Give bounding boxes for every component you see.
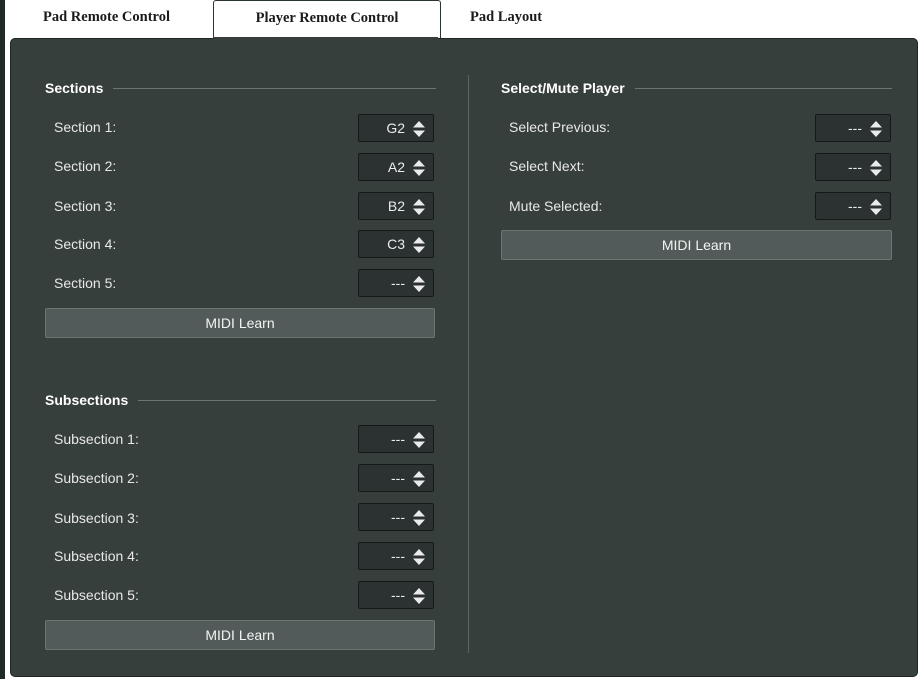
spinbox-value: A2 [387,159,405,175]
section-4-spinbox[interactable]: C3 [358,230,434,258]
player-remote-control-panel [10,38,918,677]
up-down-arrows-icon[interactable] [413,588,425,604]
up-down-arrows-icon[interactable] [413,276,425,292]
spinbox-value: --- [391,587,405,603]
spinbox-value: --- [848,159,862,175]
mute-selected-spinbox[interactable]: --- [815,192,891,220]
sections-group-header: Sections [45,78,436,98]
subsections-title: Subsections [45,390,139,410]
tab-panel-join [213,37,438,40]
subsection-1-label: Subsection 1: [54,431,139,447]
spinbox-value: C3 [387,236,405,252]
up-down-arrows-icon[interactable] [413,160,425,176]
section-4-label: Section 4: [54,236,117,252]
spinbox-value: --- [391,275,405,291]
section-2-label: Section 2: [54,158,117,174]
section-3-spinbox[interactable]: B2 [358,192,434,220]
up-down-arrows-icon[interactable] [413,237,425,253]
subsection-5-spinbox[interactable]: --- [358,581,434,609]
select-next-label: Select Next: [509,158,585,174]
subsection-4-spinbox[interactable]: --- [358,542,434,570]
subsection-1-spinbox[interactable]: --- [358,425,434,453]
section-3-label: Section 3: [54,198,117,214]
section-1-spinbox[interactable]: G2 [358,114,434,142]
subsections-midi-learn-button[interactable]: MIDI Learn [45,620,435,650]
tab-pad-layout[interactable]: Pad Layout [470,0,542,34]
subsection-2-spinbox[interactable]: --- [358,464,434,492]
tab-bar: Pad Remote Control Player Remote Control… [5,0,920,40]
up-down-arrows-icon[interactable] [413,510,425,526]
mute-selected-label: Mute Selected: [509,198,603,214]
up-down-arrows-icon[interactable] [413,471,425,487]
tab-pad-remote-control[interactable]: Pad Remote Control [43,0,170,34]
section-5-spinbox[interactable]: --- [358,269,434,297]
column-divider [468,75,469,653]
spinbox-value: --- [848,198,862,214]
section-5-label: Section 5: [54,275,117,291]
select-previous-spinbox[interactable]: --- [815,114,891,142]
sections-midi-learn-button[interactable]: MIDI Learn [45,308,435,338]
select-mute-title: Select/Mute Player [501,78,635,98]
spinbox-value: B2 [387,198,405,214]
up-down-arrows-icon[interactable] [413,432,425,448]
spinbox-value: --- [848,120,862,136]
spinbox-value: --- [391,548,405,564]
spinbox-value: --- [391,431,405,447]
spinbox-value: --- [391,470,405,486]
subsection-2-label: Subsection 2: [54,470,139,486]
select-previous-label: Select Previous: [509,119,611,135]
subsections-group-header: Subsections [45,390,436,410]
sections-title: Sections [45,78,114,98]
section-1-label: Section 1: [54,119,117,135]
select-mute-midi-learn-button[interactable]: MIDI Learn [501,230,892,260]
subsection-3-spinbox[interactable]: --- [358,503,434,531]
spinbox-value: --- [391,509,405,525]
up-down-arrows-icon[interactable] [413,549,425,565]
select-mute-group-header: Select/Mute Player [501,78,892,98]
subsection-5-label: Subsection 5: [54,587,139,603]
subsection-4-label: Subsection 4: [54,548,139,564]
up-down-arrows-icon[interactable] [413,121,425,137]
section-2-spinbox[interactable]: A2 [358,153,434,181]
window-left-edge [0,0,5,679]
tab-player-remote-control[interactable]: Player Remote Control [213,0,441,39]
select-next-spinbox[interactable]: --- [815,153,891,181]
up-down-arrows-icon[interactable] [413,199,425,215]
up-down-arrows-icon[interactable] [870,199,882,215]
subsection-3-label: Subsection 3: [54,510,139,526]
spinbox-value: G2 [386,120,405,136]
up-down-arrows-icon[interactable] [870,121,882,137]
up-down-arrows-icon[interactable] [870,160,882,176]
